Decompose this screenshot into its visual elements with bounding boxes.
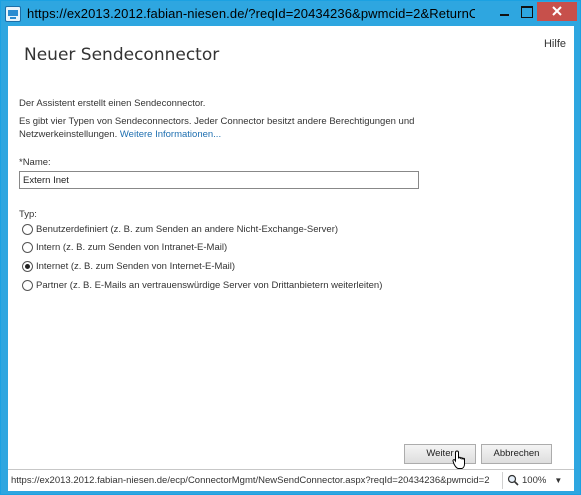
type-option-label: Benutzerdefiniert (z. B. zum Senden an a… (36, 223, 339, 235)
status-url: https://ex2013.2012.fabian-niesen.de/ecp… (11, 475, 490, 486)
type-option-label: Internet (z. B. zum Senden von Internet-… (36, 260, 236, 272)
maximize-button[interactable] (515, 2, 537, 21)
type-option-internet[interactable]: Internet (z. B. zum Senden von Internet-… (22, 259, 235, 273)
browser-window: https://ex2013.2012.fabian-niesen.de/?re… (0, 0, 581, 495)
minimize-button[interactable] (493, 2, 515, 21)
hand-cursor-icon (452, 450, 465, 469)
description-text: Es gibt vier Typen von Sendeconnectors. … (19, 115, 419, 141)
type-option-custom[interactable]: Benutzerdefiniert (z. B. zum Senden an a… (22, 222, 338, 236)
title-bar[interactable]: https://ex2013.2012.fabian-niesen.de/?re… (1, 1, 580, 26)
type-option-label: Intern (z. B. zum Senden von Intranet-E-… (36, 241, 228, 253)
type-label: Typ: (19, 209, 37, 220)
intro-text: Der Assistent erstellt einen Sendeconnec… (19, 98, 206, 109)
radio-button[interactable] (22, 279, 33, 291)
status-separator (502, 472, 503, 489)
chevron-down-icon: ▼ (554, 475, 563, 485)
window-title: https://ex2013.2012.fabian-niesen.de/?re… (27, 6, 475, 21)
page-title: Neuer Sendeconnector (24, 45, 220, 65)
radio-button-selected[interactable] (22, 260, 33, 272)
zoom-control[interactable]: 100% ▼ (507, 474, 562, 486)
status-bar: https://ex2013.2012.fabian-niesen.de/ecp… (8, 469, 574, 491)
help-link[interactable]: Hilfe (544, 38, 566, 50)
radio-button[interactable] (22, 223, 33, 235)
type-option-internal[interactable]: Intern (z. B. zum Senden von Intranet-E-… (22, 240, 227, 254)
type-option-label: Partner (z. B. E-Mails an vertrauenswürd… (36, 279, 383, 291)
more-info-link[interactable]: Weitere Informationen... (120, 129, 221, 140)
name-input[interactable] (19, 171, 419, 189)
browser-icon (5, 6, 21, 22)
radio-button[interactable] (22, 241, 33, 253)
zoom-icon (507, 474, 519, 486)
dialog-content: Hilfe Neuer Sendeconnector Der Assistent… (8, 26, 574, 469)
zoom-level: 100% (522, 474, 547, 486)
close-icon (552, 6, 562, 16)
cancel-button[interactable]: Abbrechen (481, 444, 552, 464)
name-label: *Name: (19, 157, 51, 168)
type-option-partner[interactable]: Partner (z. B. E-Mails an vertrauenswürd… (22, 278, 382, 292)
close-button[interactable] (537, 2, 577, 21)
